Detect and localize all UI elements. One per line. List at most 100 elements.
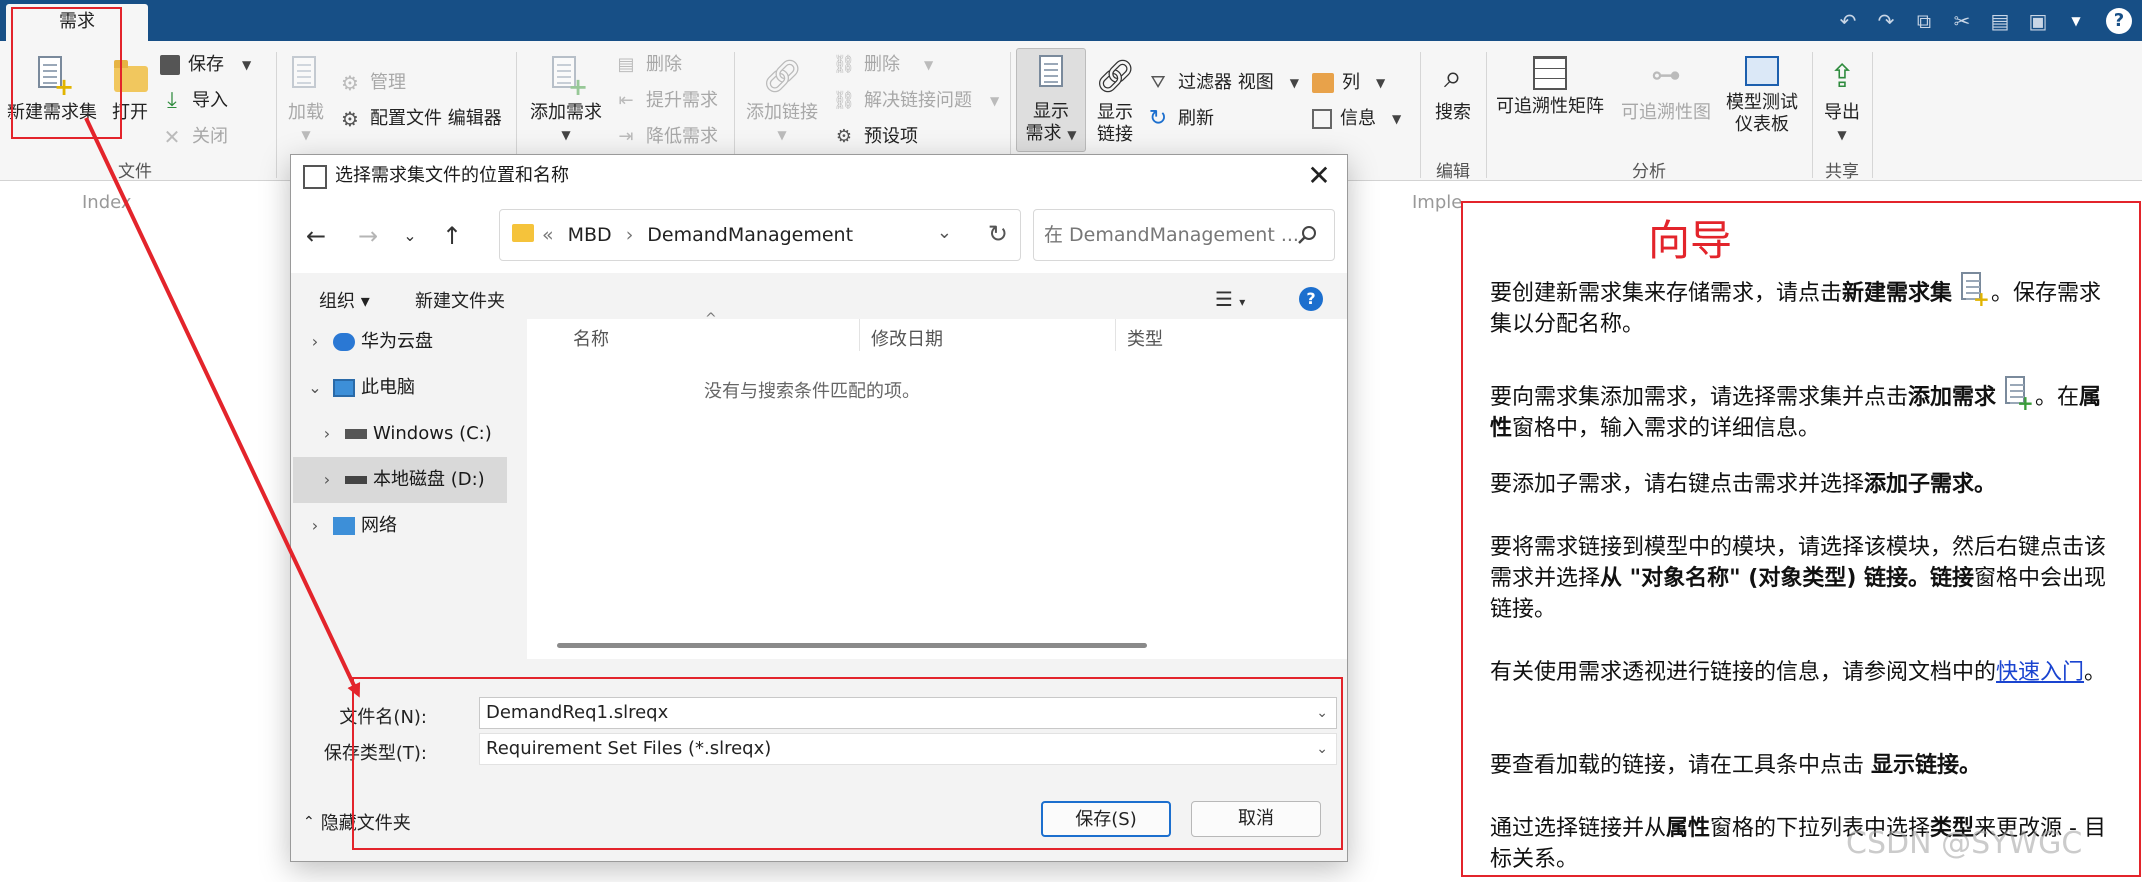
paste-icon[interactable]: ▤ <box>1986 7 2014 35</box>
profile-editor-button[interactable]: ⚙ 配置文件 编辑器 <box>338 104 502 134</box>
demote-icon: ⇥ <box>618 126 634 147</box>
link-icon: 🔗︎ <box>1095 57 1136 95</box>
refresh-icon[interactable]: ↻ <box>988 220 1008 248</box>
promote-requirement-button[interactable]: ⇤ 提升需求 <box>614 86 718 116</box>
manage-button[interactable]: ⚙ 管理 <box>338 68 406 98</box>
forward-arrow-icon[interactable]: → <box>353 221 383 251</box>
tree-item-windows-c[interactable]: › Windows (C:) <box>293 411 507 457</box>
back-arrow-icon[interactable]: ← <box>301 221 331 251</box>
chevron-down-icon[interactable]: ⌄ <box>937 222 952 243</box>
help-icon[interactable]: ? <box>2106 8 2132 34</box>
info-button[interactable]: 信息 ▼ <box>1312 104 1401 134</box>
help-icon[interactable]: ? <box>1299 287 1323 311</box>
organize-button[interactable]: 组织 ▾ <box>319 287 370 313</box>
floppy-icon <box>160 55 180 75</box>
load-button[interactable]: 加载 ▼ <box>284 56 328 146</box>
chevron-down-icon[interactable]: ▼ <box>1376 68 1385 98</box>
address-bar[interactable]: « MBD › DemandManagement ⌄ ↻ <box>499 209 1021 261</box>
chevron-down-icon[interactable]: ▼ <box>242 50 251 80</box>
network-icon <box>333 517 355 535</box>
delete-requirement-button[interactable]: ▤ 删除 <box>614 50 682 80</box>
command-bar: 组织 ▾ 新建文件夹 ☰ ▾ ? <box>291 273 1347 325</box>
chevron-down-icon[interactable]: ⌄ <box>305 365 325 411</box>
chevron-right-icon[interactable]: › <box>305 319 325 365</box>
copy-icon[interactable]: ⧉ <box>1910 7 1938 35</box>
tree-item-network[interactable]: › 网络 <box>293 503 507 549</box>
chevron-right-icon[interactable]: › <box>317 457 337 503</box>
filter-view-button[interactable]: ⛛ 过滤器 视图 ▼ <box>1146 68 1299 98</box>
chevron-down-icon[interactable]: ▼ <box>2062 7 2090 35</box>
new-folder-button[interactable]: 新建文件夹 <box>415 287 505 313</box>
chevron-down-icon[interactable]: ⌄ <box>395 221 425 251</box>
document-icon <box>1031 55 1071 95</box>
column-divider[interactable] <box>1115 319 1116 351</box>
window-icon[interactable]: ▣ <box>2024 7 2052 35</box>
highlight-new-requirement-set <box>11 7 122 139</box>
demote-requirement-button[interactable]: ⇥ 降低需求 <box>614 122 718 152</box>
redo-icon[interactable]: ↷ <box>1872 7 1900 35</box>
import-button[interactable]: ⤓ 导入 <box>160 86 228 116</box>
breadcrumb-demandmanagement[interactable]: DemandManagement <box>647 222 853 248</box>
breadcrumb-overflow[interactable]: « <box>542 222 554 248</box>
traceability-graph-button[interactable]: ⊶ 可追溯性图 <box>1614 56 1718 124</box>
tree-item-this-pc[interactable]: ⌄ 此电脑 <box>293 365 507 411</box>
computer-icon <box>333 379 355 397</box>
add-requirement-button[interactable]: + 添加需求 ▼ <box>526 56 606 146</box>
load-icon <box>286 56 326 96</box>
edit-doc-icon <box>303 165 327 189</box>
traceability-matrix-button[interactable]: 可追溯性矩阵 <box>1490 56 1610 118</box>
group-separator <box>1872 52 1873 178</box>
column-divider[interactable] <box>859 319 860 351</box>
import-icon: ⤓ <box>167 88 177 113</box>
close-doc-icon: ✕ <box>163 125 181 149</box>
add-link-button[interactable]: 🔗︎ 添加链接 ▼ <box>742 56 822 146</box>
cut-icon[interactable]: ✂ <box>1948 7 1976 35</box>
resolve-link-button[interactable]: ⛓ 解决链接问题 ▼ <box>832 86 1000 116</box>
search-input[interactable]: 在 DemandManagement ... <box>1033 209 1335 261</box>
filter-icon: ⛛ <box>1150 72 1166 93</box>
breadcrumb-mbd[interactable]: MBD <box>568 222 612 248</box>
highlight-filename-area <box>352 677 1343 850</box>
breadcrumb: « MBD › DemandManagement <box>542 222 853 248</box>
column-header-name[interactable]: 名称 <box>573 325 609 351</box>
delete-link-icon: ⛓ <box>832 54 856 75</box>
refresh-icon: ↻ <box>1148 106 1168 131</box>
chevron-down-icon: ▼ <box>301 128 311 142</box>
dialog-title: 选择需求集文件的位置和名称 <box>335 165 569 186</box>
chevron-down-icon[interactable]: ▼ <box>924 50 933 80</box>
chevron-down-icon[interactable]: ▼ <box>1392 104 1401 134</box>
watermark: CSDN @SYWGC <box>1846 826 2083 861</box>
column-header-date[interactable]: 修改日期 <box>871 325 943 351</box>
view-options-icon[interactable]: ☰ ▾ <box>1215 287 1245 311</box>
tree-item-huawei-cloud[interactable]: › 华为云盘 <box>293 319 507 365</box>
undo-icon[interactable]: ↶ <box>1834 7 1862 35</box>
chevron-down-icon[interactable]: ▼ <box>990 86 999 116</box>
file-list: ^ 名称 修改日期 类型 没有与搜索条件匹配的项。 <box>527 311 1347 659</box>
column-header-type[interactable]: 类型 <box>1127 325 1163 351</box>
delete-link-button[interactable]: ⛓ 删除 ▼ <box>832 50 934 80</box>
show-requirements-button[interactable]: 显示 需求 ▼ <box>1016 48 1086 152</box>
up-arrow-icon[interactable]: ↑ <box>437 221 467 251</box>
horizontal-scrollbar[interactable] <box>557 643 1147 648</box>
add-doc-icon: + <box>546 56 588 99</box>
tree-item-local-disk-d[interactable]: › 本地磁盘 (D:) <box>293 457 507 503</box>
search-placeholder: 在 DemandManagement ... <box>1044 224 1299 246</box>
chevron-down-icon[interactable]: ▼ <box>1290 68 1299 98</box>
profile-icon: ⚙ <box>341 107 359 131</box>
chevron-right-icon[interactable]: › <box>317 411 337 457</box>
sort-ascending-icon: ^ <box>705 311 717 327</box>
columns-button[interactable]: 列 ▼ <box>1312 68 1385 98</box>
dialog-titlebar: 选择需求集文件的位置和名称 ✕ <box>291 155 1347 199</box>
model-test-dashboard-button[interactable]: 模型测试 仪表板 <box>1722 56 1802 136</box>
search-button[interactable]: ⌕ 搜索 <box>1428 56 1478 124</box>
chevron-right-icon[interactable]: › <box>305 503 325 549</box>
index-column-header: Index <box>82 192 132 213</box>
close-button[interactable]: ✕ 关闭 <box>160 122 228 152</box>
save-button[interactable]: 保存 ▼ <box>160 50 251 80</box>
show-links-button[interactable]: 🔗︎ 显示 链接 <box>1090 56 1140 146</box>
export-button[interactable]: ⇪ 导出 ▼ <box>1818 56 1866 146</box>
preset-button[interactable]: ⚙ 预设项 <box>832 122 918 152</box>
close-icon[interactable]: ✕ <box>1303 159 1335 193</box>
refresh-button[interactable]: ↻ 刷新 <box>1146 104 1214 134</box>
gear-icon: ⚙ <box>341 71 359 95</box>
